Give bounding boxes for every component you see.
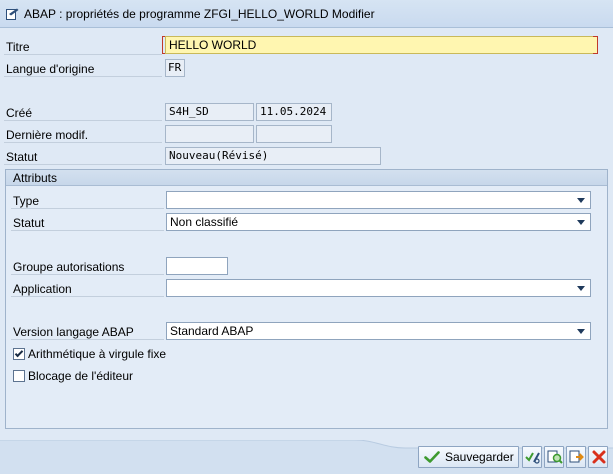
langue-origine-label: Langue d'origine bbox=[6, 62, 95, 76]
check-syntax-button[interactable] bbox=[522, 446, 542, 468]
titre-label: Titre bbox=[6, 40, 30, 54]
chevron-down-icon[interactable] bbox=[577, 198, 585, 203]
row-divider bbox=[11, 296, 164, 297]
statut-label: Statut bbox=[6, 150, 38, 164]
statut-field: Nouveau(Révisé) bbox=[165, 147, 381, 165]
sauvegarder-button[interactable]: Sauvegarder bbox=[418, 446, 519, 468]
version-langage-dropdown-value: Standard ABAP bbox=[170, 324, 254, 338]
row-divider bbox=[4, 164, 162, 165]
required-marker-right bbox=[593, 36, 598, 54]
version-langage-dropdown[interactable]: Standard ABAP bbox=[166, 322, 591, 340]
cree-label: Créé bbox=[6, 106, 33, 120]
row-divider bbox=[11, 339, 164, 340]
application-label: Application bbox=[13, 282, 72, 296]
check-syntax-icon bbox=[525, 452, 540, 464]
row-divider bbox=[11, 208, 164, 209]
chevron-down-icon[interactable] bbox=[577, 220, 585, 225]
groupe-autorisations-label: Groupe autorisations bbox=[13, 260, 125, 274]
attr-statut-label: Statut bbox=[13, 216, 45, 230]
window-title: ABAP : propriétés de programme ZFGI_HELL… bbox=[24, 7, 375, 21]
window-title-bar: ABAP : propriétés de programme ZFGI_HELL… bbox=[0, 0, 613, 28]
type-dropdown[interactable] bbox=[166, 191, 591, 209]
program-properties-form: Titre HELLO WORLD Langue d'origine FR Cr… bbox=[0, 28, 613, 474]
row-divider bbox=[11, 274, 164, 275]
row-divider bbox=[11, 230, 164, 231]
dialog-footer: Sauvegarder bbox=[0, 440, 613, 474]
derniere-modif-user-field bbox=[165, 125, 254, 143]
row-divider bbox=[4, 54, 162, 55]
application-dropdown[interactable] bbox=[166, 279, 591, 297]
attributs-group-title: Attributs bbox=[13, 171, 58, 185]
row-divider bbox=[4, 76, 162, 77]
cree-user-field: S4H_SD bbox=[165, 103, 254, 121]
blocage-editeur-label[interactable]: Blocage de l'éditeur bbox=[28, 369, 133, 383]
cancel-icon bbox=[592, 450, 606, 464]
checkmark-icon bbox=[14, 348, 24, 358]
blocage-editeur-checkbox[interactable] bbox=[13, 370, 25, 382]
chevron-down-icon[interactable] bbox=[577, 286, 585, 291]
edit-document-icon bbox=[6, 8, 19, 20]
attr-statut-dropdown-value: Non classifié bbox=[170, 215, 239, 229]
arithmetique-label[interactable]: Arithmétique à virgule fixe bbox=[28, 347, 166, 361]
checkmark-icon bbox=[424, 451, 440, 463]
derniere-modif-label: Dernière modif. bbox=[6, 128, 89, 142]
attr-statut-dropdown[interactable]: Non classifié bbox=[166, 213, 591, 231]
cree-date-field: 11.05.2024 bbox=[256, 103, 332, 121]
transfer-button[interactable] bbox=[566, 446, 586, 468]
arithmetique-checkbox[interactable] bbox=[13, 348, 25, 360]
cancel-button[interactable] bbox=[588, 446, 608, 468]
derniere-modif-date-field bbox=[256, 125, 332, 143]
attributs-group: Attributs Type Statut Non classifié Grou… bbox=[5, 169, 608, 429]
attributs-group-header: Attributs bbox=[6, 170, 607, 186]
type-label: Type bbox=[13, 194, 40, 208]
transfer-icon bbox=[569, 450, 584, 463]
groupe-autorisations-input[interactable] bbox=[166, 257, 228, 275]
sauvegarder-label: Sauvegarder bbox=[445, 450, 514, 464]
row-divider bbox=[4, 120, 162, 121]
where-used-button[interactable] bbox=[544, 446, 564, 468]
version-langage-label: Version langage ABAP bbox=[13, 325, 134, 339]
row-divider bbox=[4, 142, 162, 143]
langue-origine-field: FR bbox=[165, 59, 185, 77]
titre-input[interactable]: HELLO WORLD bbox=[165, 36, 598, 54]
where-used-icon bbox=[547, 450, 563, 464]
chevron-down-icon[interactable] bbox=[577, 329, 585, 334]
